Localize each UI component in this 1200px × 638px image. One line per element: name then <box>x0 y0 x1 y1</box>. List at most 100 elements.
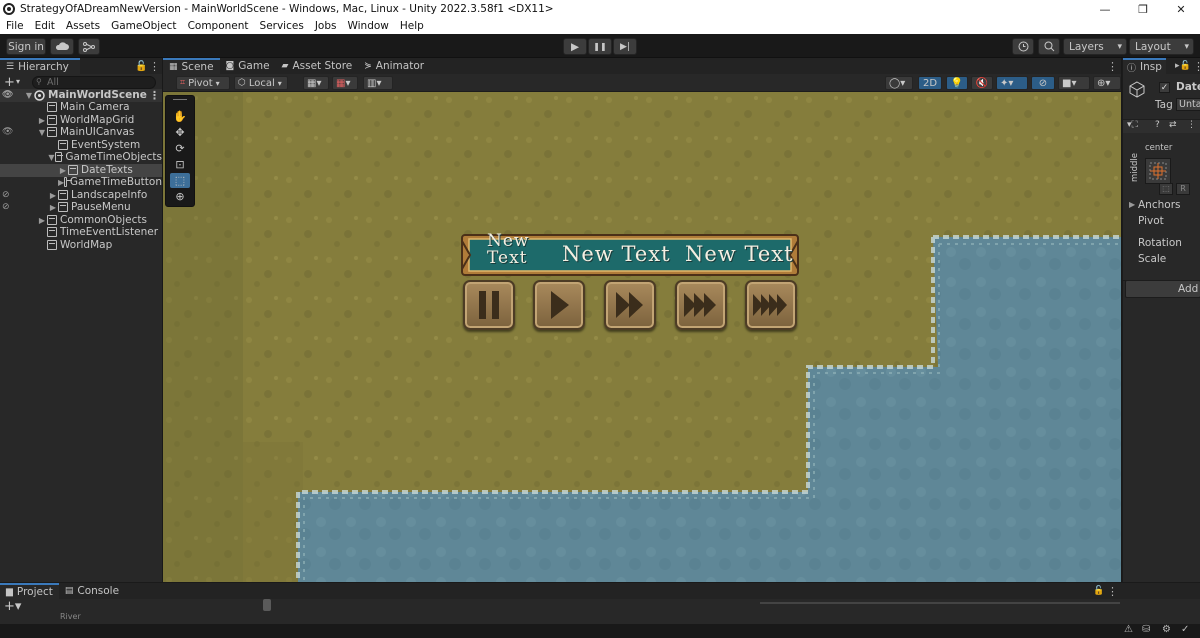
menu-help[interactable]: Help <box>400 20 424 32</box>
play-button[interactable]: ▶ <box>563 38 587 55</box>
expand-arrow-icon[interactable]: ▼ <box>37 128 47 137</box>
scene-menu-icon[interactable]: ⋮ <box>149 89 160 102</box>
menu-services[interactable]: Services <box>260 20 304 32</box>
collab-button[interactable] <box>78 38 100 55</box>
drag-handle[interactable] <box>173 99 187 100</box>
network-icon[interactable]: ⚠ <box>1124 624 1133 635</box>
debug-icon[interactable]: ⚙ <box>1162 624 1171 635</box>
anchor-presets-button[interactable] <box>1145 158 1171 184</box>
play-time-button[interactable] <box>533 280 585 330</box>
hierarchy-menu-icon[interactable]: ⋮ <box>149 60 160 73</box>
add-component-button[interactable]: Add C <box>1125 280 1200 298</box>
audio-toggle[interactable]: 🔇 <box>971 76 993 90</box>
expand-arrow-icon[interactable]: ▶ <box>58 166 68 175</box>
tab-console[interactable]: ▤ Console <box>59 583 125 599</box>
date-texts-banner[interactable]: New Text New Text New Text <box>460 233 800 277</box>
project-folder-item[interactable]: River <box>60 613 81 619</box>
fastest-forward-button[interactable] <box>745 280 797 330</box>
pivot-dropdown[interactable]: ⌗ Pivot ▾ <box>176 76 230 90</box>
tab-animator[interactable]: ⋟ Animator <box>358 58 430 74</box>
inspector-menu-icon[interactable]: ⋮ <box>1193 60 1200 73</box>
raw-edit-button[interactable]: R <box>1176 183 1190 195</box>
transform-tool-button[interactable]: ⊕ <box>170 189 190 204</box>
menu-jobs[interactable]: Jobs <box>315 20 337 32</box>
tab-inspector[interactable]: ⓘ Insp <box>1123 58 1166 74</box>
expand-arrow-icon[interactable]: ▼ <box>24 91 34 100</box>
tree-item-worldmapgrid[interactable]: ▶ WorldMapGrid <box>0 114 162 127</box>
menu-window[interactable]: Window <box>347 20 388 32</box>
tree-item-timeeventlistener[interactable]: TimeEventListener <box>0 226 162 239</box>
minimize-button[interactable]: — <box>1087 0 1123 18</box>
menu-assets[interactable]: Assets <box>66 20 100 32</box>
scene-menu-icon[interactable]: ⋮ <box>1107 60 1118 73</box>
tree-item-worldmap[interactable]: WorldMap <box>0 239 162 252</box>
expand-arrow-icon[interactable]: ▶ <box>1129 200 1135 209</box>
component-menu-icon[interactable]: ⋮ <box>1187 120 1196 130</box>
grid-visibility-button[interactable]: ▦ ▾ <box>332 76 358 90</box>
undo-history-button[interactable] <box>1012 38 1034 55</box>
expand-arrow-icon[interactable]: ▶ <box>48 203 58 212</box>
rotate-tool-button[interactable]: ⟳ <box>170 141 190 156</box>
draw-mode-dropdown[interactable]: ◯▾ <box>885 76 913 90</box>
project-menu-icon[interactable]: ⋮ <box>1107 585 1118 598</box>
anchors-foldout[interactable]: Anchors <box>1138 199 1180 211</box>
tag-dropdown[interactable]: Unta <box>1176 98 1200 111</box>
visibility-icon[interactable]: 👁 <box>2 127 13 137</box>
tab-game[interactable]: ◙ Game <box>220 58 276 74</box>
tree-item-gametimebutton[interactable]: ▶ GameTimeButton <box>0 176 162 189</box>
maximize-button[interactable]: ❐ <box>1125 0 1161 18</box>
local-dropdown[interactable]: ⬡ Local ▾ <box>234 76 288 90</box>
blueprint-mode-button[interactable]: ⬚ <box>1159 183 1173 195</box>
expand-arrow-icon[interactable]: ▼ <box>48 153 55 162</box>
tree-item-eventsystem[interactable]: EventSystem <box>0 139 162 152</box>
lock-icon[interactable]: 🔓 <box>135 61 147 72</box>
visibility-icon[interactable]: 👁 <box>2 90 13 100</box>
toggle-2d-button[interactable]: 2D <box>918 76 942 90</box>
tab-asset-store[interactable]: ▰ Asset Store <box>276 58 359 74</box>
lighting-toggle[interactable]: 💡 <box>946 76 968 90</box>
create-asset-icon[interactable]: +▾ <box>4 599 21 614</box>
tree-item-datetexts[interactable]: ▶ DateTexts <box>0 164 162 177</box>
expand-arrow-icon[interactable]: ▶ <box>48 191 58 200</box>
rect-transform-header[interactable]: ▾⛶ ? ⇄ ⋮ <box>1123 119 1200 133</box>
pause-button[interactable]: ❚❚ <box>588 38 612 55</box>
menu-edit[interactable]: Edit <box>35 20 55 32</box>
active-checkbox[interactable]: ✓ <box>1159 82 1170 93</box>
tree-item-mainuicanvas[interactable]: 👁 ▼ MainUICanvas <box>0 126 162 139</box>
add-icon[interactable]: + <box>4 75 15 90</box>
increment-snap-button[interactable]: ▥▾ <box>363 76 393 90</box>
scene-viewport[interactable] <box>163 92 1121 582</box>
menu-component[interactable]: Component <box>188 20 249 32</box>
tree-item-commonobjects[interactable]: ▶ CommonObjects <box>0 214 162 227</box>
fast-forward-button[interactable] <box>604 280 656 330</box>
tree-item-landscapeinfo[interactable]: ⊘ ▶ LandscapeInfo <box>0 189 162 202</box>
expand-arrow-icon[interactable]: ▶ <box>37 216 47 225</box>
panel-resize-handle[interactable] <box>263 599 271 611</box>
lock-icon[interactable]: ▸🔓 <box>1175 61 1191 71</box>
scene-visibility-toggle[interactable]: ⊘ <box>1031 76 1055 90</box>
pause-time-button[interactable] <box>463 280 515 330</box>
tree-item-main-camera[interactable]: Main Camera <box>0 101 162 114</box>
tab-scene[interactable]: ▦ Scene <box>163 58 220 74</box>
tree-item-gametimeobjects[interactable]: ▼ GameTimeObjects <box>0 151 162 164</box>
rect-tool-button[interactable]: ⬚ <box>170 173 190 188</box>
search-button[interactable] <box>1038 38 1060 55</box>
tab-project[interactable]: ▆ Project <box>0 583 59 599</box>
layout-dropdown[interactable]: Layout <box>1129 38 1194 55</box>
hierarchy-search-input[interactable]: All <box>32 76 156 89</box>
cache-server-icon[interactable]: ⛁ <box>1142 624 1150 635</box>
gizmos-dropdown[interactable]: ⊕▾ <box>1093 76 1121 90</box>
camera-dropdown[interactable]: ■▾ <box>1058 76 1090 90</box>
move-tool-button[interactable]: ✥ <box>170 125 190 140</box>
expand-arrow-icon[interactable]: ▶ <box>37 116 47 125</box>
sign-in-button[interactable]: Sign in <box>6 38 46 55</box>
presets-icon[interactable]: ⇄ <box>1169 120 1177 130</box>
hidden-icon[interactable]: ⊘ <box>2 202 10 212</box>
chevron-down-icon[interactable]: ▾ <box>16 77 20 86</box>
tree-item-mainworldscene[interactable]: 👁 ▼ MainWorldScene ⋮ <box>0 89 162 102</box>
effects-dropdown[interactable]: ✦▾ <box>996 76 1028 90</box>
menu-gameobject[interactable]: GameObject <box>111 20 176 32</box>
scale-tool-button[interactable]: ⊡ <box>170 157 190 172</box>
check-icon[interactable]: ✓ <box>1181 624 1189 635</box>
grid-snapping-button[interactable]: ▦▾ <box>303 76 329 90</box>
